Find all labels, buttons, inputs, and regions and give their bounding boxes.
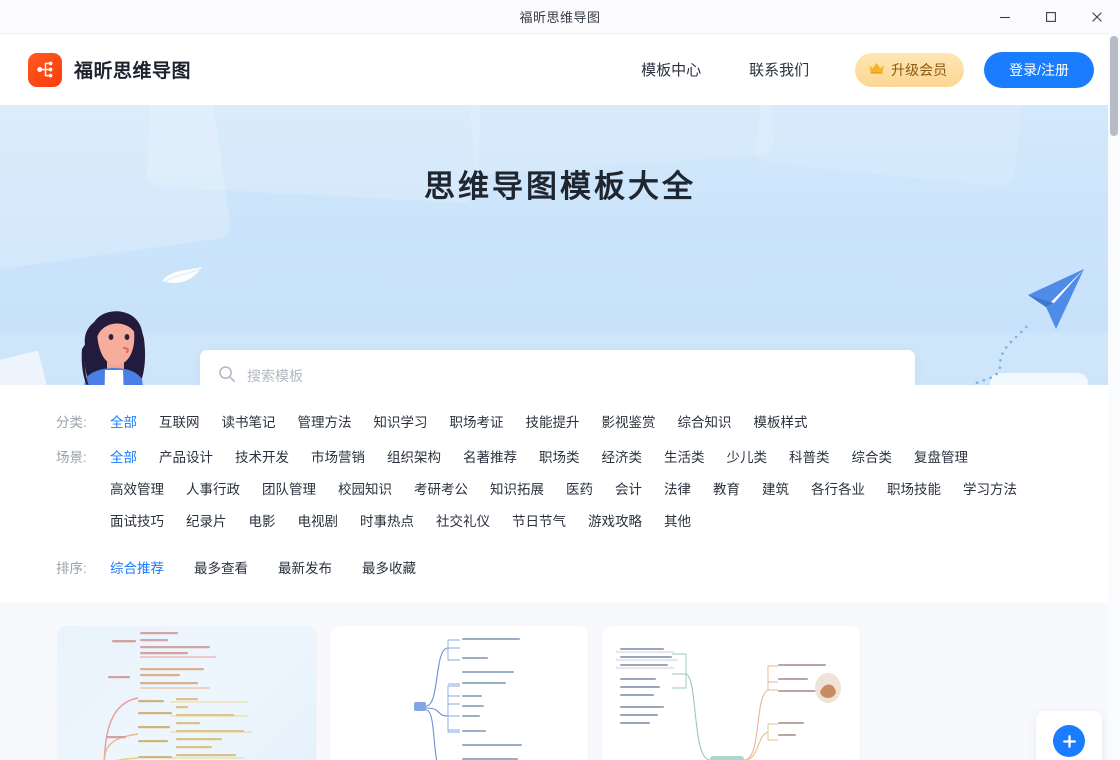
minimize-button[interactable] [982,0,1028,34]
filter-chip-scene-17[interactable]: 考研考公 [414,474,468,506]
filter-chip-sort-2[interactable]: 最新发布 [278,553,332,585]
filter-chip-scene-15[interactable]: 团队管理 [262,474,316,506]
dock-new-mindmap[interactable]: 新建脑图 [1036,711,1102,760]
filter-chip-scene-27[interactable]: 面试技巧 [110,506,164,538]
filter-chip-scene-4[interactable]: 组织架构 [387,442,441,474]
filter-chip-scene-12[interactable]: 复盘管理 [914,442,968,474]
maximize-icon [1045,11,1057,23]
nav-template-center[interactable]: 模板中心 [617,59,725,80]
filter-chip-scene-3[interactable]: 市场营销 [311,442,365,474]
filter-row-sort: 排序: 综合推荐最多查看最新发布最多收藏 [0,553,1120,585]
filter-items-sort: 综合推荐最多查看最新发布最多收藏 [110,553,446,585]
filter-chip-scene-23[interactable]: 建筑 [762,474,789,506]
filter-chip-category-0[interactable]: 全部 [110,407,137,439]
filter-chip-scene-29[interactable]: 电影 [249,506,276,538]
main-content: 分类: 全部互联网读书笔记管理方法知识学习职场考证技能提升影视鉴赏综合知识模板样… [0,385,1120,760]
filter-items-category: 全部互联网读书笔记管理方法知识学习职场考证技能提升影视鉴赏综合知识模板样式 [110,407,830,439]
login-register-label: 登录/注册 [1009,60,1069,80]
filter-chip-sort-1[interactable]: 最多查看 [194,553,248,585]
filter-chip-scene-0[interactable]: 全部 [110,442,137,474]
filter-chip-scene-10[interactable]: 科普类 [789,442,830,474]
close-icon [1091,11,1103,23]
right-dock: 新建脑图 我的文件 我的收藏 [1036,711,1102,760]
nav-contact-us[interactable]: 联系我们 [725,59,833,80]
filter-chip-scene-32[interactable]: 社交礼仪 [436,506,490,538]
window-controls [982,0,1120,34]
filter-chip-category-1[interactable]: 互联网 [159,407,200,439]
app-header: 福昕思维导图 模板中心 联系我们 升级会员 登录/注册 [0,34,1120,105]
filter-label-sort: 排序: [56,553,110,585]
filter-chip-scene-31[interactable]: 时事热点 [360,506,414,538]
search-input[interactable]: 搜索模板 [247,366,303,385]
mindmap-logo-icon [28,53,62,87]
filter-chip-scene-26[interactable]: 学习方法 [963,474,1017,506]
filter-chip-scene-30[interactable]: 电视剧 [298,506,339,538]
template-search-bar[interactable]: 搜索模板 [200,350,915,385]
filter-chip-category-7[interactable]: 影视鉴赏 [602,407,656,439]
filter-chip-scene-8[interactable]: 生活类 [664,442,705,474]
filter-items-scene: 全部产品设计技术开发市场营销组织架构名著推荐职场类经济类生活类少儿类科普类综合类… [110,442,1045,538]
filter-chip-scene-6[interactable]: 职场类 [539,442,580,474]
filter-chip-scene-5[interactable]: 名著推荐 [463,442,517,474]
filter-chip-sort-0[interactable]: 综合推荐 [110,553,164,585]
filter-label-scene: 场景: [56,442,110,474]
template-card-3[interactable] [602,626,860,760]
filter-chip-scene-25[interactable]: 职场技能 [887,474,941,506]
minimize-icon [999,11,1011,23]
template-card-grid [0,602,1120,760]
filter-chip-category-5[interactable]: 职场考证 [450,407,504,439]
crown-icon [868,61,885,78]
filter-chip-category-8[interactable]: 综合知识 [678,407,732,439]
upgrade-membership-label: 升级会员 [891,60,947,80]
hero-illustration-plane-cards [936,255,1116,385]
page-scrollbar-track[interactable] [1108,0,1120,760]
filter-chip-scene-28[interactable]: 纪录片 [186,506,227,538]
filter-chip-sort-3[interactable]: 最多收藏 [362,553,416,585]
login-register-button[interactable]: 登录/注册 [984,52,1094,88]
filter-chip-scene-24[interactable]: 各行各业 [811,474,865,506]
filter-chip-scene-11[interactable]: 综合类 [852,442,893,474]
filter-chip-category-6[interactable]: 技能提升 [526,407,580,439]
filter-chip-scene-14[interactable]: 人事行政 [186,474,240,506]
filter-chip-category-4[interactable]: 知识学习 [374,407,428,439]
upgrade-membership-button[interactable]: 升级会员 [855,53,964,87]
filter-panel: 分类: 全部互联网读书笔记管理方法知识学习职场考证技能提升影视鉴赏综合知识模板样… [0,385,1120,602]
filter-chip-category-3[interactable]: 管理方法 [298,407,352,439]
plus-icon [1053,725,1085,757]
window-titlebar: 福昕思维导图 [0,0,1120,34]
search-icon [218,365,236,386]
filter-row-scene: 场景: 全部产品设计技术开发市场营销组织架构名著推荐职场类经济类生活类少儿类科普… [0,442,1120,538]
filter-chip-scene-2[interactable]: 技术开发 [235,442,289,474]
template-card-2[interactable] [330,626,588,760]
filter-chip-scene-21[interactable]: 法律 [664,474,691,506]
maximize-button[interactable] [1028,0,1074,34]
filter-chip-scene-19[interactable]: 医药 [566,474,593,506]
filter-chip-category-2[interactable]: 读书笔记 [222,407,276,439]
filter-chip-scene-22[interactable]: 教育 [713,474,740,506]
brand[interactable]: 福昕思维导图 [28,53,191,87]
filter-chip-scene-13[interactable]: 高效管理 [110,474,164,506]
filter-chip-scene-7[interactable]: 经济类 [602,442,643,474]
hero-banner: 思维导图模板大全 [0,105,1120,385]
brand-name: 福昕思维导图 [74,56,191,83]
filter-chip-scene-20[interactable]: 会计 [615,474,642,506]
filter-chip-scene-9[interactable]: 少儿类 [727,442,768,474]
filter-chip-category-9[interactable]: 模板样式 [754,407,808,439]
header-nav: 模板中心 联系我们 升级会员 登录/注册 [617,52,1094,88]
hero-illustration-woman [52,293,177,385]
filter-chip-scene-18[interactable]: 知识拓展 [490,474,544,506]
filter-chip-scene-33[interactable]: 节日节气 [512,506,566,538]
filter-chip-scene-16[interactable]: 校园知识 [338,474,392,506]
filter-label-category: 分类: [56,407,110,439]
window-title: 福昕思维导图 [519,7,600,26]
filter-row-category: 分类: 全部互联网读书笔记管理方法知识学习职场考证技能提升影视鉴赏综合知识模板样… [0,407,1120,439]
filter-chip-scene-35[interactable]: 其他 [664,506,691,538]
hero-title: 思维导图模板大全 [0,161,1120,206]
page-scrollbar-thumb[interactable] [1110,36,1118,136]
template-card-1[interactable] [58,626,316,760]
filter-chip-scene-34[interactable]: 游戏攻略 [588,506,642,538]
filter-chip-scene-1[interactable]: 产品设计 [159,442,213,474]
